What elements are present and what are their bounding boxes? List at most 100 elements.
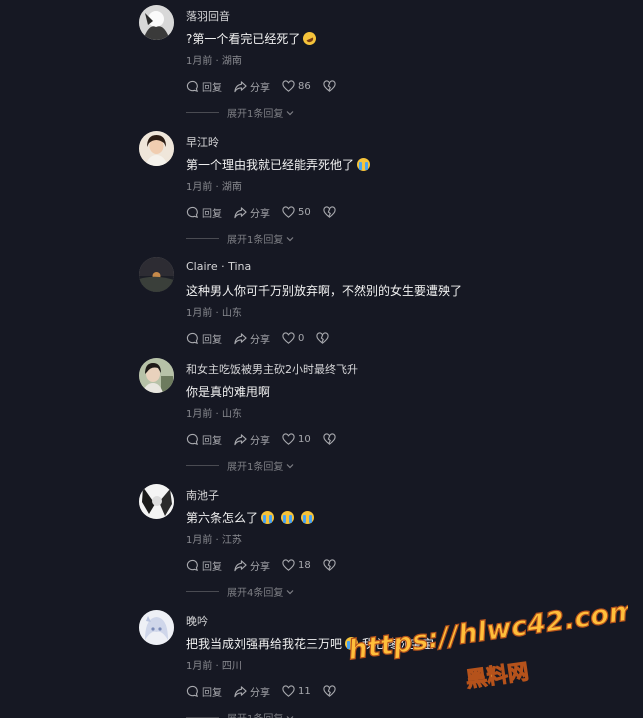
dislike-button[interactable]: [323, 432, 336, 446]
comment-meta: 1月前 · 山东: [186, 308, 242, 319]
comment-list-page: 落羽回音 ?第一个看完已经死了 1月前 · 湖南 回复 分享 86 展开1条回复…: [0, 0, 643, 718]
comment-bubble-icon: [186, 332, 198, 344]
reply-label: 回复: [202, 435, 222, 447]
avatar[interactable]: [139, 257, 174, 292]
comment-bubble-icon: [186, 206, 198, 218]
comment-location: 湖南: [221, 182, 242, 193]
broken-heart-icon: [323, 558, 336, 571]
like-button[interactable]: 50: [282, 205, 311, 219]
like-button[interactable]: 18: [282, 558, 311, 572]
dislike-button[interactable]: [323, 79, 336, 93]
expand-label: 展开1条回复: [227, 235, 284, 246]
share-label: 分享: [250, 435, 270, 447]
divider-line: [186, 238, 219, 239]
comment-time: 1月前: [186, 182, 213, 193]
comment-actions: 回复 分享 18: [186, 557, 348, 573]
like-count: 10: [298, 433, 311, 445]
chevron-down-icon: [286, 463, 294, 468]
reply-label: 回复: [202, 687, 222, 699]
like-count: 86: [298, 80, 311, 92]
username[interactable]: 南池子: [186, 487, 219, 503]
expand-label: 展开1条回复: [227, 710, 283, 718]
expand-replies[interactable]: 展开4条回复: [186, 584, 295, 599]
comment-text: 第六条怎么了: [186, 509, 314, 526]
share-arrow-icon: [234, 206, 247, 218]
expand-label: 展开1条回复: [227, 109, 284, 120]
reply-label: 回复: [202, 82, 222, 94]
like-button[interactable]: 86: [282, 79, 311, 93]
comment-text: 这种男人你可千万别放弃啊，不然别的女生要遭殃了: [186, 284, 463, 298]
expand-label: 展开1条回复: [227, 462, 284, 473]
share-arrow-icon: [234, 685, 247, 697]
like-count: 0: [298, 332, 305, 344]
comment-text: 你是真的难甩啊: [186, 385, 271, 399]
reply-button[interactable]: 回复: [186, 79, 222, 94]
comment-bubble-icon: [186, 80, 198, 92]
avatar[interactable]: [139, 484, 174, 519]
share-arrow-icon: [234, 80, 247, 92]
like-button[interactable]: 0: [282, 331, 305, 345]
heart-icon: [282, 205, 295, 218]
like-button[interactable]: 10: [282, 432, 311, 446]
divider-line: [186, 112, 219, 113]
username[interactable]: 落羽回音: [186, 8, 230, 24]
comment-location: 江苏: [221, 535, 242, 546]
reply-label: 回复: [202, 334, 222, 346]
comment-time: 1月前: [186, 535, 213, 546]
broken-heart-icon: [323, 205, 336, 218]
comment-location: 四川: [221, 661, 242, 672]
share-button[interactable]: 分享: [234, 684, 270, 699]
comment-time: 1月前: [186, 56, 213, 67]
share-button[interactable]: 分享: [234, 331, 270, 346]
broken-heart-icon: [323, 432, 336, 445]
share-button[interactable]: 分享: [234, 205, 270, 220]
comment-location: 山东: [221, 409, 242, 420]
reply-button[interactable]: 回复: [186, 331, 222, 346]
comment-time: 1月前: [186, 409, 213, 420]
dislike-button[interactable]: [323, 205, 336, 219]
share-button[interactable]: 分享: [234, 432, 270, 447]
dislike-button[interactable]: [323, 684, 336, 698]
crying-emoji-icon: [345, 637, 359, 650]
share-label: 分享: [250, 561, 270, 573]
comment-actions: 回复 分享 10: [186, 431, 348, 447]
expand-replies[interactable]: 展开1条回复: [186, 710, 295, 718]
dislike-button[interactable]: [323, 558, 336, 572]
chevron-down-icon: [286, 110, 294, 115]
username[interactable]: 早江昤: [186, 134, 219, 150]
reply-button[interactable]: 回复: [186, 432, 222, 447]
share-button[interactable]: 分享: [234, 79, 270, 94]
avatar[interactable]: [139, 358, 174, 393]
like-count: 18: [298, 559, 311, 571]
comment-meta: 1月前 · 湖南: [186, 182, 242, 193]
comment-bubble-icon: [186, 433, 198, 445]
avatar[interactable]: [139, 610, 174, 645]
avatar[interactable]: [139, 5, 174, 40]
comment-meta: 1月前 · 江苏: [186, 535, 242, 546]
expand-replies[interactable]: 展开1条回复: [186, 231, 295, 246]
reply-button[interactable]: 回复: [186, 558, 222, 573]
username[interactable]: 和女主吃饭被男主砍2小时最终飞升: [186, 361, 358, 377]
chevron-down-icon: [286, 236, 294, 241]
dislike-button[interactable]: [316, 331, 330, 345]
comment-time: 1月前: [186, 661, 213, 672]
comment-actions: 回复 分享 11: [186, 683, 348, 699]
share-button[interactable]: 分享: [234, 558, 270, 573]
username[interactable]: 晚吟: [186, 613, 208, 629]
chevron-down-icon: [286, 589, 294, 594]
comment-meta: 1月前 · 四川: [186, 661, 242, 672]
reply-button[interactable]: 回复: [186, 684, 222, 699]
like-count: 11: [298, 685, 311, 697]
avatar[interactable]: [139, 131, 174, 166]
username[interactable]: Claire · Tina: [186, 260, 251, 273]
comment-actions: 回复 分享 50: [186, 204, 348, 220]
heart-icon: [282, 558, 295, 571]
expand-replies[interactable]: 展开1条回复: [186, 458, 295, 473]
expand-label: 展开4条回复: [227, 588, 284, 599]
like-button[interactable]: 11: [282, 684, 311, 698]
expand-replies[interactable]: 展开1条回复: [186, 105, 295, 120]
crying-emoji-icon: [357, 158, 371, 171]
reply-button[interactable]: 回复: [186, 205, 222, 220]
like-count: 50: [298, 206, 311, 218]
heart-icon: [282, 331, 295, 344]
